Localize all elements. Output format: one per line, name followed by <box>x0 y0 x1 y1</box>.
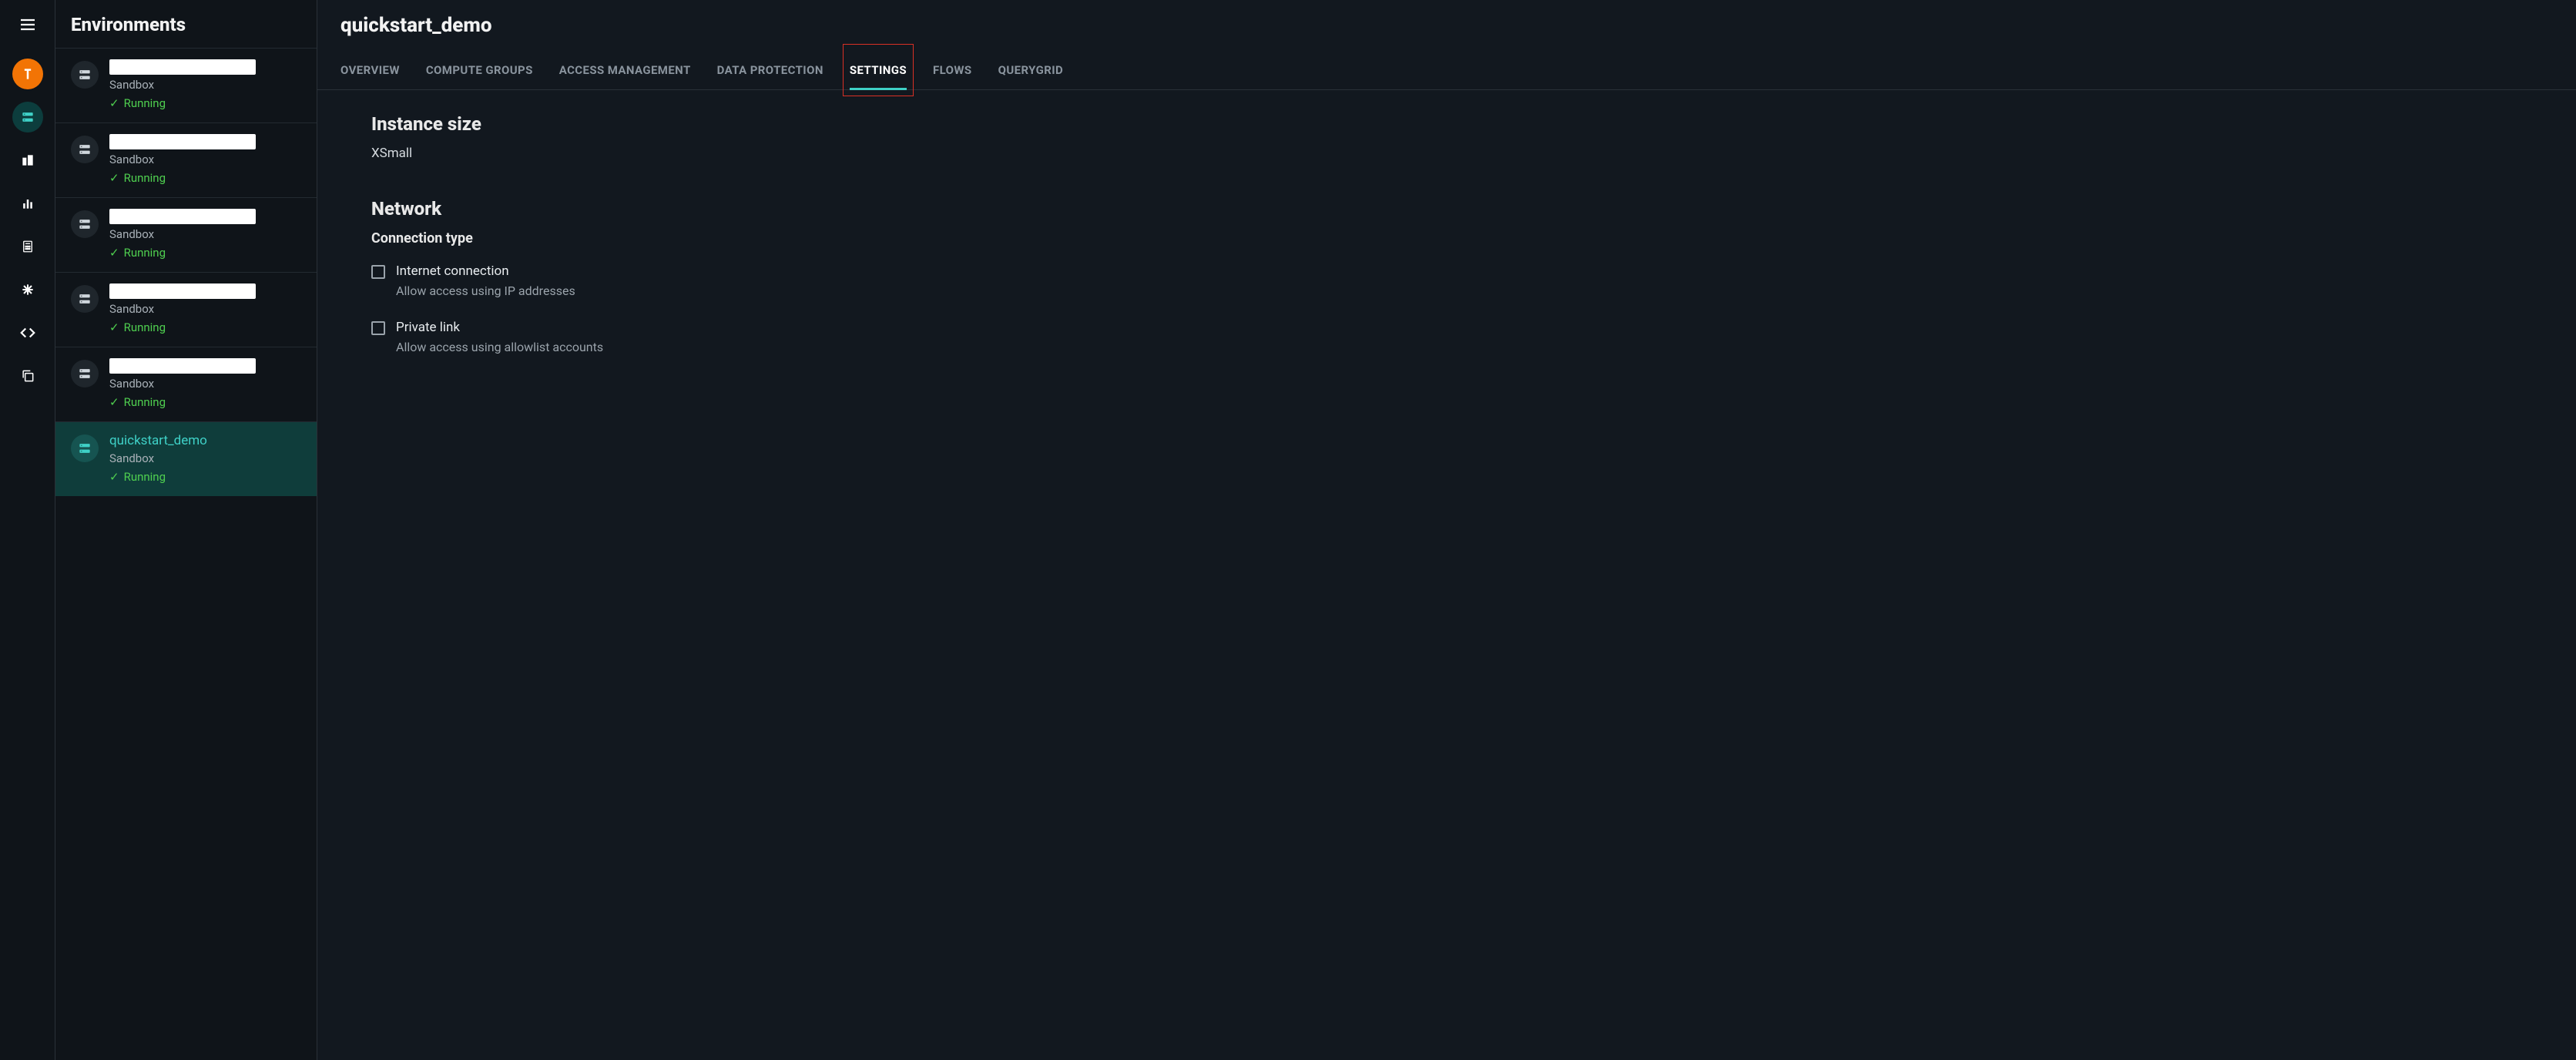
tab-bar: OVERVIEW COMPUTE GROUPS ACCESS MANAGEMENT D… <box>317 51 2576 90</box>
environment-name: quickstart_demo <box>109 433 301 448</box>
asterisk-icon[interactable] <box>12 274 43 305</box>
connection-option: Internet connection Allow access using IP… <box>371 263 2522 298</box>
server-icon <box>71 285 99 313</box>
environment-item[interactable]: Sandbox ✓Running <box>55 48 317 122</box>
environments-heading: Environments <box>55 0 317 48</box>
code-icon[interactable] <box>12 317 43 348</box>
org-icon[interactable] <box>12 145 43 176</box>
environment-item[interactable]: Sandbox ✓Running <box>55 272 317 347</box>
main-pane: quickstart_demo OVERVIEW COMPUTE GROUPS AC… <box>317 0 2576 1060</box>
environment-item[interactable]: Sandbox ✓Running <box>55 122 317 197</box>
environment-status: ✓Running <box>109 246 301 260</box>
environment-type: Sandbox <box>109 227 301 241</box>
environment-type: Sandbox <box>109 153 301 166</box>
copy-icon[interactable] <box>12 361 43 391</box>
tab-data-protection[interactable]: DATA PROTECTION <box>717 51 823 89</box>
server-icon <box>71 61 99 89</box>
environment-type: Sandbox <box>109 78 301 92</box>
check-icon: ✓ <box>109 246 119 260</box>
environment-status: ✓Running <box>109 320 301 334</box>
environment-name <box>109 134 256 149</box>
checkbox[interactable] <box>371 321 385 335</box>
server-icon <box>71 434 99 462</box>
environment-type: Sandbox <box>109 377 301 391</box>
tab-compute-groups[interactable]: COMPUTE GROUPS <box>426 51 533 89</box>
analytics-icon[interactable] <box>12 188 43 219</box>
tab-settings[interactable]: SETTINGS <box>850 51 907 89</box>
environment-status: ✓Running <box>109 96 301 110</box>
check-icon: ✓ <box>109 320 119 334</box>
instance-size-heading: Instance size <box>371 113 2522 135</box>
environment-item[interactable]: Sandbox ✓Running <box>55 347 317 421</box>
option-label: Internet connection <box>396 263 575 279</box>
environment-item[interactable]: Sandbox ✓Running <box>55 197 317 272</box>
calculator-icon[interactable] <box>12 231 43 262</box>
icon-rail <box>0 0 55 1060</box>
environment-name <box>109 59 256 75</box>
environment-name <box>109 209 256 224</box>
tab-querygrid[interactable]: QUERYGRID <box>998 51 1064 89</box>
environment-status: ✓Running <box>109 395 301 409</box>
environment-name <box>109 283 256 299</box>
option-description: Allow access using IP addresses <box>396 283 575 298</box>
option-description: Allow access using allowlist accounts <box>396 340 603 354</box>
server-icon <box>71 136 99 163</box>
environment-status: ✓Running <box>109 171 301 185</box>
instance-size-value: XSmall <box>371 146 2522 161</box>
page-title: quickstart_demo <box>317 0 2576 51</box>
check-icon: ✓ <box>109 470 119 484</box>
check-icon: ✓ <box>109 395 119 409</box>
option-label: Private link <box>396 320 603 335</box>
tab-access-management[interactable]: ACCESS MANAGEMENT <box>559 51 691 89</box>
environment-status: ✓Running <box>109 470 301 484</box>
server-icon <box>71 360 99 387</box>
environments-icon[interactable] <box>12 102 43 132</box>
environment-name <box>109 358 256 374</box>
check-icon: ✓ <box>109 96 119 110</box>
environments-panel: Environments Sandbox ✓Running Sandbox ✓Runn… <box>55 0 317 1060</box>
hamburger-menu-icon[interactable] <box>12 9 43 40</box>
server-icon <box>71 210 99 238</box>
check-icon: ✓ <box>109 171 119 185</box>
checkbox[interactable] <box>371 265 385 279</box>
connection-option: Private link Allow access using allowlist… <box>371 320 2522 354</box>
environment-type: Sandbox <box>109 302 301 316</box>
brand-icon[interactable] <box>12 59 43 89</box>
network-heading: Network <box>371 198 2522 220</box>
settings-content: Instance size XSmall Network Connection … <box>317 90 2576 399</box>
tab-flows[interactable]: FLOWS <box>933 51 972 89</box>
tab-overview[interactable]: OVERVIEW <box>340 51 400 89</box>
environment-type: Sandbox <box>109 451 301 465</box>
connection-type-label: Connection type <box>371 230 2522 247</box>
environment-item[interactable]: quickstart_demo Sandbox ✓Running <box>55 421 317 496</box>
environments-list: Sandbox ✓Running Sandbox ✓Running Sandbox ✓Ru… <box>55 48 317 1060</box>
